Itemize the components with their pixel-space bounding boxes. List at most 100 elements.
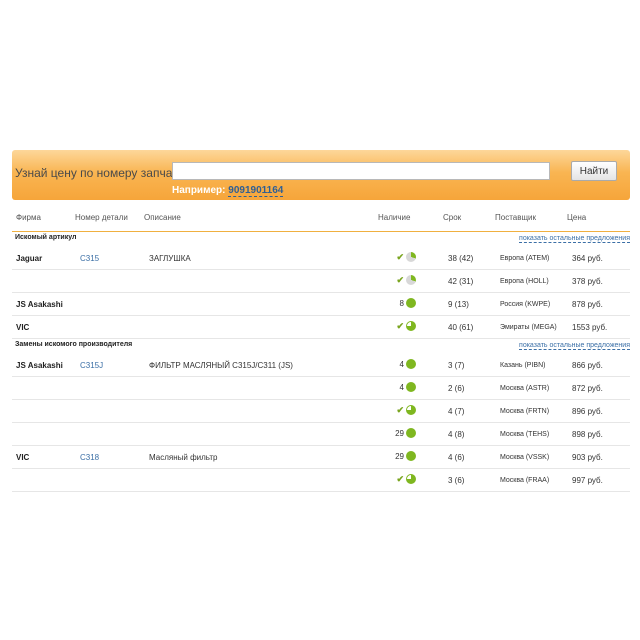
- section-title: Замены искомого производителя: [15, 341, 133, 348]
- section-title: Искомый артикул: [15, 234, 77, 241]
- availability-circle-icon: [406, 451, 416, 461]
- part-number-link[interactable]: C318: [80, 453, 99, 462]
- table-row: ✔ 3 (6) Москва (FRAA) 997 руб.: [12, 469, 630, 492]
- term-cell: 9 (13): [448, 300, 469, 309]
- term-cell: 3 (7): [448, 361, 465, 370]
- availability-cell: ✔: [394, 275, 416, 285]
- price-cell: 903 руб.: [572, 453, 603, 462]
- table-header: Фирма Номер детали Описание Наличие Срок…: [12, 212, 630, 232]
- availability-circle-icon: [406, 321, 416, 331]
- header-description: Описание: [144, 213, 181, 222]
- availability-count: 29: [395, 428, 404, 438]
- term-cell: 38 (42): [448, 254, 474, 263]
- availability-circle-icon: [406, 428, 416, 438]
- example-row: Например: 9091901164: [172, 185, 284, 197]
- supplier-cell: Казань (PIBN): [500, 362, 546, 369]
- supplier-cell: Москва (FRTN): [500, 408, 550, 415]
- brand-cell: VIC: [16, 323, 30, 332]
- header-brand: Фирма: [16, 213, 41, 222]
- availability-cell: 29: [395, 428, 416, 438]
- header-part-number: Номер детали: [75, 213, 128, 222]
- price-cell: 872 руб.: [572, 384, 603, 393]
- header-supplier: Поставщик: [495, 213, 537, 222]
- availability-circle-icon: [406, 382, 416, 392]
- availability-cell: 8: [400, 298, 416, 308]
- availability-count: 29: [395, 451, 404, 461]
- brand-cell: Jaguar: [16, 254, 43, 263]
- brand-cell: VIC: [16, 453, 30, 462]
- term-cell: 40 (61): [448, 323, 474, 332]
- table-row: ✔ 42 (31) Европа (HOLL) 378 руб.: [12, 270, 630, 293]
- availability-cell: 4: [400, 359, 416, 369]
- price-cell: 866 руб.: [572, 361, 603, 370]
- supplier-cell: Эмираты (MEGA): [500, 324, 557, 331]
- search-label: Узнай цену по номеру запчасти:: [15, 166, 194, 180]
- description-cell: Масляный фильтр: [149, 453, 218, 462]
- price-cell: 364 руб.: [572, 254, 603, 263]
- check-icon: ✔: [396, 405, 404, 415]
- availability-circle-icon: [406, 405, 416, 415]
- header-price: Цена: [567, 213, 587, 222]
- price-cell: 878 руб.: [572, 300, 603, 309]
- part-number-link[interactable]: C315: [80, 254, 99, 263]
- check-icon: ✔: [396, 474, 404, 484]
- term-cell: 4 (6): [448, 453, 465, 462]
- description-cell: ЗАГЛУШКА: [149, 254, 191, 263]
- price-cell: 896 руб.: [572, 407, 603, 416]
- availability-count: 4: [399, 359, 404, 369]
- supplier-cell: Москва (VSSK): [500, 454, 550, 461]
- supplier-cell: Европа (ATEM): [500, 255, 550, 262]
- availability-circle-icon: [406, 474, 416, 484]
- table-row: VIC C318 Масляный фильтр 29 4 (6) Москва (VSS…: [12, 446, 630, 469]
- availability-cell: ✔: [394, 252, 416, 262]
- availability-circle-icon: [406, 275, 416, 285]
- availability-cell: ✔: [394, 321, 416, 331]
- section-header: Искомый артикул показать остальные предло…: [12, 233, 630, 245]
- availability-count: 4: [399, 382, 404, 392]
- brand-cell: JS Asakashi: [16, 300, 63, 309]
- availability-cell: ✔: [394, 474, 416, 484]
- availability-cell: ✔: [394, 405, 416, 415]
- part-number-link[interactable]: C315J: [80, 361, 103, 370]
- price-cell: 898 руб.: [572, 430, 603, 439]
- example-label: Например:: [172, 185, 226, 196]
- part-number-input[interactable]: [172, 162, 550, 180]
- availability-cell: 4: [400, 382, 416, 392]
- description-cell: ФИЛЬТР МАСЛЯНЫЙ C315J/C311 (JS): [149, 361, 293, 370]
- example-part-number-link[interactable]: 9091901164: [228, 185, 284, 197]
- supplier-cell: Москва (FRAA): [500, 477, 550, 484]
- brand-cell: JS Asakashi: [16, 361, 63, 370]
- table-row: 4 2 (6) Москва (ASTR) 872 руб.: [12, 377, 630, 400]
- header-availability: Наличие: [378, 213, 411, 222]
- term-cell: 4 (8): [448, 430, 465, 439]
- show-other-offers-link[interactable]: показать остальные предложения: [519, 342, 630, 350]
- check-icon: ✔: [396, 321, 404, 331]
- availability-circle-icon: [406, 252, 416, 262]
- availability-circle-icon: [406, 298, 416, 308]
- availability-count: 8: [399, 298, 404, 308]
- supplier-cell: Москва (ASTR): [500, 385, 550, 392]
- table-row: JS Asakashi 8 9 (13) Россия (KWPE) 878 руб.: [12, 293, 630, 316]
- term-cell: 2 (6): [448, 384, 465, 393]
- search-button[interactable]: Найти: [571, 161, 617, 181]
- table-row: Jaguar C315 ЗАГЛУШКА ✔ 38 (42) Европа (ATEM) 3…: [12, 247, 630, 270]
- term-cell: 42 (31): [448, 277, 474, 286]
- term-cell: 3 (6): [448, 476, 465, 485]
- availability-cell: 29: [395, 451, 416, 461]
- table-row: 29 4 (8) Москва (TEHS) 898 руб.: [12, 423, 630, 446]
- table-row: VIC ✔ 40 (61) Эмираты (MEGA) 1553 руб.: [12, 316, 630, 339]
- show-other-offers-link[interactable]: показать остальные предложения: [519, 235, 630, 243]
- supplier-cell: Россия (KWPE): [500, 301, 551, 308]
- table-row: ✔ 4 (7) Москва (FRTN) 896 руб.: [12, 400, 630, 423]
- price-cell: 1553 руб.: [572, 323, 608, 332]
- price-cell: 378 руб.: [572, 277, 603, 286]
- section-header: Замены искомого производителя показать ос…: [12, 340, 630, 352]
- supplier-cell: Европа (HOLL): [500, 278, 549, 285]
- supplier-cell: Москва (TEHS): [500, 431, 550, 438]
- header-term: Срок: [443, 213, 462, 222]
- search-bar: Узнай цену по номеру запчасти: Найти Нап…: [12, 150, 630, 200]
- term-cell: 4 (7): [448, 407, 465, 416]
- table-row: JS Asakashi C315J ФИЛЬТР МАСЛЯНЫЙ C315J/C3…: [12, 354, 630, 377]
- price-cell: 997 руб.: [572, 476, 603, 485]
- check-icon: ✔: [396, 275, 404, 285]
